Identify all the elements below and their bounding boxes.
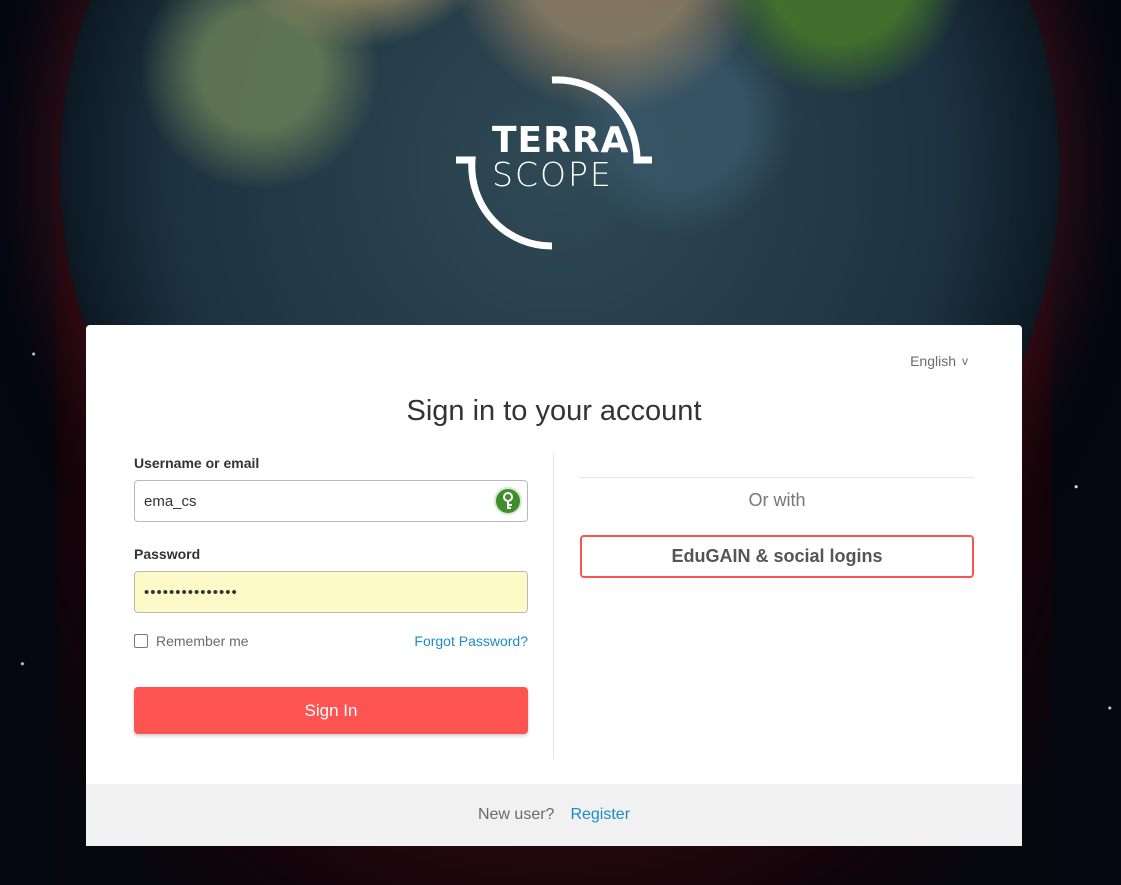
chevron-down-icon: v xyxy=(962,354,968,368)
username-input[interactable] xyxy=(134,480,528,522)
login-form: Username or email Password Remember me F… xyxy=(134,455,528,734)
new-user-label: New user? xyxy=(477,806,555,823)
username-field-wrapper xyxy=(134,480,528,522)
logo-text-scope: SCOPE xyxy=(492,155,613,194)
sign-in-button[interactable]: Sign In xyxy=(134,687,528,734)
edugain-social-login-button[interactable]: EduGAIN & social logins xyxy=(580,535,974,578)
terrascope-logo: TERRA SCOPE xyxy=(452,76,657,250)
remember-me-checkbox[interactable] xyxy=(134,634,148,648)
login-options-row: Remember me Forgot Password? xyxy=(134,633,528,649)
logo-text-terra: TERRA xyxy=(492,120,630,161)
password-field-wrapper xyxy=(134,571,528,613)
password-input[interactable] xyxy=(134,571,528,613)
alternative-login: Or with EduGAIN & social logins xyxy=(580,477,974,578)
or-with-label: Or with xyxy=(748,490,806,510)
or-divider-line xyxy=(580,477,974,478)
column-divider xyxy=(553,453,554,759)
password-label: Password xyxy=(134,546,201,562)
register-footer: New user? Register xyxy=(86,784,1022,846)
forgot-password-link[interactable]: Forgot Password? xyxy=(414,633,528,649)
login-card: English v Sign in to your account Userna… xyxy=(86,325,1022,846)
key-glyph-icon xyxy=(503,492,513,509)
page-title: Sign in to your account xyxy=(406,395,702,427)
remember-me[interactable]: Remember me xyxy=(134,633,249,649)
language-selector[interactable]: English v xyxy=(910,353,968,369)
username-label: Username or email xyxy=(134,455,260,471)
register-link[interactable]: Register xyxy=(570,806,630,824)
remember-me-label: Remember me xyxy=(156,633,249,649)
key-icon[interactable] xyxy=(494,487,522,515)
language-label: English xyxy=(910,353,956,369)
